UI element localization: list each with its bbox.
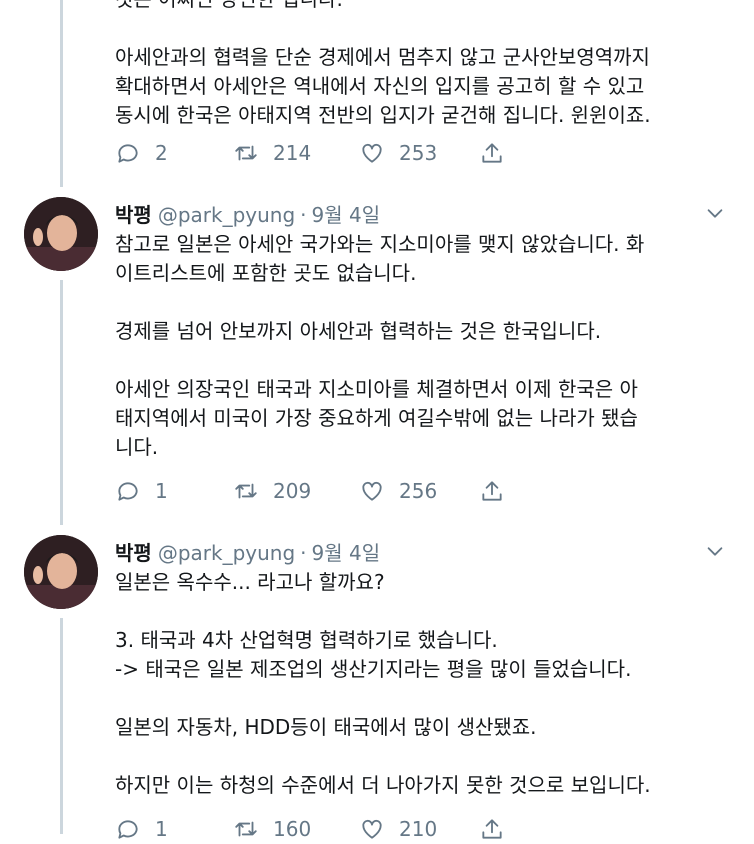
retweet-icon xyxy=(235,145,257,161)
retweet-button[interactable]: 214 xyxy=(233,138,311,168)
tweet-line: 이트리스트에 포함한 곳도 없습니다. xyxy=(115,261,417,285)
tweet-line: 경제를 넘어 안보까지 아세안과 협력하는 것은 한국입니다. xyxy=(115,319,602,343)
like-icon xyxy=(362,143,382,163)
tweet-line: 것은 어쩌면 당연한 겁니다. xyxy=(115,0,735,14)
separator: · xyxy=(300,203,307,227)
tweet-line: 아세안 의장국인 태국과 지소미아를 체결하면서 이제 한국은 아 xyxy=(115,377,638,401)
chevron-down-icon[interactable] xyxy=(704,540,726,562)
like-count: 210 xyxy=(399,817,438,841)
share-icon xyxy=(482,143,502,163)
tweet-line: 니다. xyxy=(115,435,159,459)
tweet-line: 일본은 옥수수... 라고나 할까요? xyxy=(115,570,385,594)
share-icon xyxy=(482,481,502,501)
tweet-header: 박평 @park_pyung · 9월 4일 xyxy=(115,199,381,228)
reply-icon xyxy=(118,482,138,501)
like-button[interactable]: 253 xyxy=(359,138,437,168)
tweet-actions: 2 214 253 xyxy=(115,138,515,168)
tweet-date[interactable]: 9월 4일 xyxy=(312,199,381,228)
tweet-text: 것은 어쩌면 당연한 겁니다. 아세안과의 협력을 단순 경제에서 멈추지 않고… xyxy=(115,0,735,130)
like-button[interactable]: 210 xyxy=(359,814,437,844)
like-icon xyxy=(362,481,382,501)
reply-count: 1 xyxy=(155,479,168,503)
like-button[interactable]: 256 xyxy=(359,476,437,506)
tweet-line: 아세안과의 협력을 단순 경제에서 멈추지 않고 군사안보영역까지 xyxy=(115,45,650,69)
tweet-line: 확대하면서 아세안은 역내에서 자신의 입지를 공고히 할 수 있고 xyxy=(115,74,645,98)
share-button[interactable] xyxy=(479,814,519,844)
author-name[interactable]: 박평 xyxy=(115,537,152,566)
avatar[interactable] xyxy=(24,535,98,609)
tweet-line: 참고로 일본은 아세안 국가와는 지소미아를 맺지 않았습니다. 화 xyxy=(115,232,645,256)
retweet-icon xyxy=(235,483,257,499)
retweet-count: 209 xyxy=(273,479,312,503)
tweet-line: 동시에 한국은 아태지역 전반의 입지가 굳건해 집니다. 윈윈이죠. xyxy=(115,103,651,127)
retweet-count: 214 xyxy=(273,141,312,165)
reply-count: 2 xyxy=(155,141,168,165)
tweet-header: 박평 @park_pyung · 9월 4일 xyxy=(115,537,381,566)
tweet[interactable]: 박평 @park_pyung · 9월 4일 일본은 옥수수... 라고나 할까… xyxy=(0,518,754,841)
tweet-text: 일본은 옥수수... 라고나 할까요? 3. 태국과 4차 산업혁명 협력하기로… xyxy=(115,568,735,800)
tweet-line: 하지만 이는 하청의 수준에서 더 나아가지 못한 것으로 보입니다. xyxy=(115,773,651,797)
avatar[interactable] xyxy=(24,197,98,271)
share-button[interactable] xyxy=(479,138,519,168)
tweet-date[interactable]: 9월 4일 xyxy=(312,537,381,566)
retweet-button[interactable]: 209 xyxy=(233,476,311,506)
separator: · xyxy=(300,541,307,565)
reply-icon xyxy=(118,820,138,839)
tweet-line: 3. 태국과 4차 산업혁명 협력하기로 했습니다. xyxy=(115,628,498,652)
tweet-line: 일본의 자동차, HDD등이 태국에서 많이 생산됐죠. xyxy=(115,715,537,739)
tweet-line: 태지역에서 미국이 가장 중요하게 여길수밖에 없는 나라가 됐습 xyxy=(115,406,638,430)
share-button[interactable] xyxy=(479,476,519,506)
reply-button[interactable]: 2 xyxy=(115,138,168,168)
share-icon xyxy=(482,819,502,839)
tweet[interactable]: 박평 @park_pyung · 9월 4일 참고로 일본은 아세안 국가와는 … xyxy=(0,180,754,525)
tweet-actions: 1 160 210 xyxy=(115,814,515,844)
tweet[interactable]: 것은 어쩌면 당연한 겁니다. 아세안과의 협력을 단순 경제에서 멈추지 않고… xyxy=(0,0,754,180)
retweet-count: 160 xyxy=(273,817,312,841)
tweet-line: -> 태국은 일본 제조업의 생산기지라는 평을 많이 들었습니다. xyxy=(115,657,632,681)
retweet-icon xyxy=(235,821,257,837)
author-name[interactable]: 박평 xyxy=(115,199,152,228)
chevron-down-icon[interactable] xyxy=(704,202,726,224)
author-handle[interactable]: @park_pyung xyxy=(158,541,295,565)
reply-button[interactable]: 1 xyxy=(115,476,168,506)
like-count: 256 xyxy=(399,479,438,503)
retweet-button[interactable]: 160 xyxy=(233,814,311,844)
reply-button[interactable]: 1 xyxy=(115,814,168,844)
reply-count: 1 xyxy=(155,817,168,841)
reply-icon xyxy=(118,144,138,163)
like-count: 253 xyxy=(399,141,438,165)
tweet-text: 참고로 일본은 아세안 국가와는 지소미아를 맺지 않았습니다. 화 이트리스트… xyxy=(115,230,735,462)
author-handle[interactable]: @park_pyung xyxy=(158,203,295,227)
like-icon xyxy=(362,819,382,839)
tweet-actions: 1 209 256 xyxy=(115,476,515,506)
